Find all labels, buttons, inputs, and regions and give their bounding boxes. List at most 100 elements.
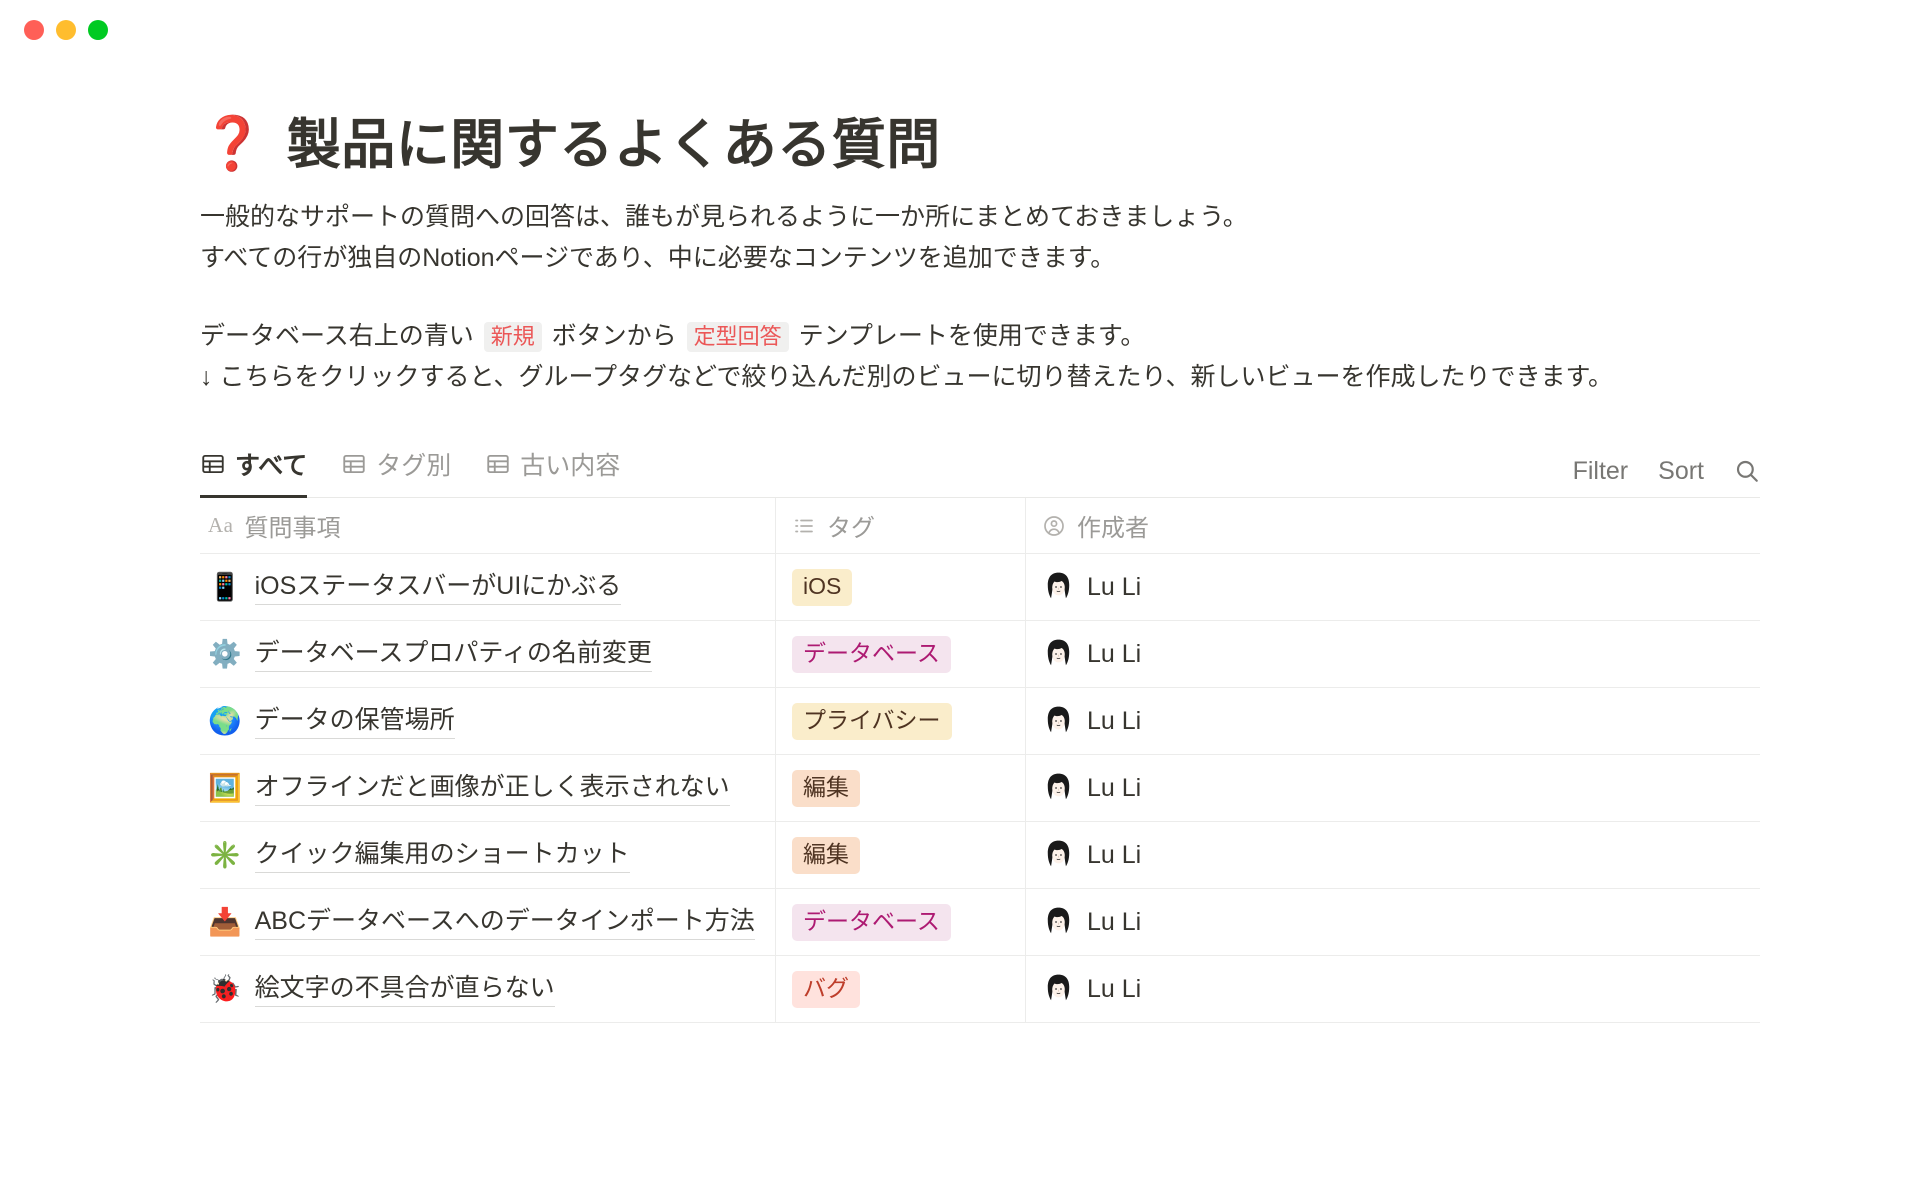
author-name: Lu Li [1087,706,1142,735]
woman-avatar-glyph [1042,905,1075,939]
tag-pill: データベース [792,635,951,674]
cell-tag[interactable]: プライバシー [775,688,1025,755]
table-row[interactable]: 🌍 データの保管場所 プライバシー Lu Li [200,688,1760,756]
database-table: Aa 質問事項 タグ 作成者 📱 iOSステータスバーがUIにかぶる iOS L… [200,498,1760,1024]
paragraph-text: テンプレートを使用できます。 [791,322,1146,351]
cell-title[interactable]: ⚙️ データベースプロパティの名前変更 [200,637,775,672]
cell-title[interactable]: 📥 ABCデータベースへのデータインポート方法 [200,905,775,940]
globe-emoji: 🌍 [208,705,242,737]
row-title-link[interactable]: ABCデータベースへのデータインポート方法 [254,905,755,940]
author-name: Lu Li [1087,840,1142,869]
minimize-button[interactable] [56,20,76,40]
column-header-author[interactable]: 作成者 [1025,498,1760,554]
column-header-tag[interactable]: タグ [775,498,1025,554]
row-title-link[interactable]: データベースプロパティの名前変更 [254,637,652,672]
cell-tag[interactable]: 編集 [775,822,1025,889]
paragraph-text: データベース右上の青い [200,322,481,351]
page-description: 一般的なサポートの質問への回答は、誰もが見られるように一か所にまとめておきましょ… [200,197,1760,397]
cell-title[interactable]: 🌍 データの保管場所 [200,704,775,739]
cell-author[interactable]: Lu Li [1025,554,1760,621]
notion-page: ❓ 製品に関するよくある質問 一般的なサポートの質問への回答は、誰もが見られるよ… [0,115,1920,1024]
woman-avatar-glyph [1042,838,1075,872]
table-row[interactable]: ⚙️ データベースプロパティの名前変更 データベース Lu Li [200,621,1760,689]
page-title: ❓ 製品に関するよくある質問 [200,115,1760,175]
paragraph[interactable]: データベース右上の青い 新規 ボタンから 定型回答 テンプレートを使用できます。 [200,316,1745,357]
table-row[interactable]: 🖼️ オフラインだと画像が正しく表示されない 編集 Lu Li [200,755,1760,823]
table-row[interactable]: 📱 iOSステータスバーがUIにかぶる iOS Lu Li [200,554,1760,622]
cell-author[interactable]: Lu Li [1025,889,1760,956]
paragraph[interactable]: すべての行が独自のNotionページであり、中に必要なコンテンツを追加できます。 [200,238,1745,279]
text-property-icon: Aa [208,513,234,538]
cell-tag[interactable]: iOS [775,554,1025,621]
cell-tag[interactable]: データベース [775,889,1025,956]
page-title-text[interactable]: 製品に関するよくある質問 [287,115,941,175]
sort-button[interactable]: Sort [1658,458,1704,484]
avatar [1042,704,1075,738]
table-grid-icon [200,451,226,477]
author-name: Lu Li [1087,974,1142,1003]
column-header-title[interactable]: Aa 質問事項 [200,498,775,553]
cell-title[interactable]: ✳️ クイック編集用のショートカット [200,838,775,873]
view-tab-2[interactable]: タグ別 [341,446,451,498]
view-tab-label: 古い内容 [520,452,621,481]
author-name: Lu Li [1087,773,1142,802]
author-name: Lu Li [1087,907,1142,936]
inbox-tray-emoji: 📥 [208,906,242,938]
search-icon[interactable] [1734,458,1760,484]
column-header-label: 質問事項 [244,515,341,543]
table-grid-icon [341,451,367,477]
avatar [1042,771,1075,805]
avatar [1042,838,1075,872]
cell-author[interactable]: Lu Li [1025,822,1760,889]
view-tab-1[interactable]: すべて [200,446,308,499]
paragraph[interactable]: 一般的なサポートの質問への回答は、誰もが見られるように一か所にまとめておきましょ… [200,197,1745,238]
gear-emoji: ⚙️ [208,638,242,670]
question-mark-emoji[interactable]: ❓ [200,116,265,172]
author-name: Lu Li [1087,639,1142,668]
view-tab-label: すべて [235,452,308,481]
cell-author[interactable]: Lu Li [1025,755,1760,822]
tag-pill: 編集 [792,769,860,808]
person-property-icon [1042,514,1066,538]
row-title-link[interactable]: クイック編集用のショートカット [254,838,630,873]
cell-author[interactable]: Lu Li [1025,688,1760,755]
tag-pill: iOS [792,568,853,607]
cell-tag[interactable]: データベース [775,621,1025,688]
row-title-link[interactable]: iOSステータスバーがUIにかぶる [254,570,622,605]
table-row[interactable]: ✳️ クイック編集用のショートカット 編集 Lu Li [200,822,1760,890]
table-row[interactable]: 📥 ABCデータベースへのデータインポート方法 データベース Lu Li [200,889,1760,957]
table-row[interactable]: 🐞 絵文字の不具合が直らない バグ Lu Li [200,956,1760,1024]
mobile-phone-emoji: 📱 [208,571,242,603]
author-name: Lu Li [1087,572,1142,601]
avatar [1042,905,1075,939]
maximize-button[interactable] [88,20,108,40]
row-title-link[interactable]: 絵文字の不具合が直らない [254,972,555,1007]
view-tab-list: すべて タグ別 古い内容 [200,445,620,499]
woman-avatar-glyph [1042,704,1075,738]
database-controls: Filter Sort [1573,458,1760,497]
woman-avatar-glyph [1042,972,1075,1006]
row-title-link[interactable]: データの保管場所 [254,704,455,739]
woman-avatar-glyph [1042,637,1075,671]
paragraph[interactable]: ↓ こちらをクリックすると、グループタグなどで絞り込んだ別のビューに切り替えたり… [200,357,1745,398]
avatar [1042,570,1075,604]
cell-tag[interactable]: バグ [775,956,1025,1023]
inline-code-badge[interactable]: 新規 [483,322,542,353]
row-title-link[interactable]: オフラインだと画像が正しく表示されない [254,771,730,806]
cell-author[interactable]: Lu Li [1025,621,1760,688]
cell-author[interactable]: Lu Li [1025,956,1760,1023]
cell-title[interactable]: 🖼️ オフラインだと画像が正しく表示されない [200,771,775,806]
paragraph-text: ボタンから [544,322,684,351]
lady-beetle-emoji: 🐞 [208,973,242,1005]
tag-pill: バグ [792,970,860,1009]
cell-tag[interactable]: 編集 [775,755,1025,822]
filter-button[interactable]: Filter [1573,458,1629,484]
column-header-label: 作成者 [1077,515,1149,543]
cell-title[interactable]: 📱 iOSステータスバーがUIにかぶる [200,570,775,605]
close-button[interactable] [24,20,44,40]
cell-title[interactable]: 🐞 絵文字の不具合が直らない [200,972,775,1007]
view-tab-3[interactable]: 古い内容 [485,446,620,498]
woman-avatar-glyph [1042,771,1075,805]
inline-code-badge[interactable]: 定型回答 [686,322,789,353]
